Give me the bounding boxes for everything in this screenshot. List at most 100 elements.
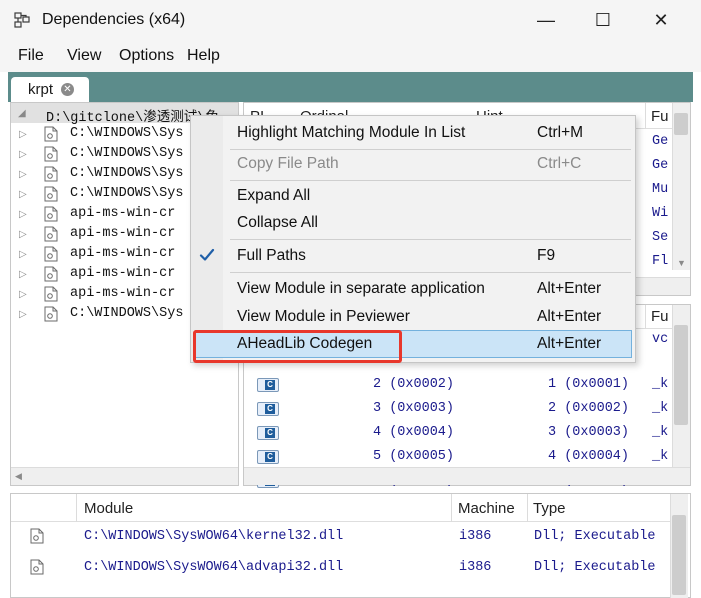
tree-node-label[interactable]: api-ms-win-cr — [70, 226, 175, 241]
module-type-cell: Dll; Executable — [534, 529, 656, 544]
shortcut-label: F9 — [537, 247, 556, 264]
checkmark-icon — [199, 248, 215, 261]
export-function-icon: C — [257, 426, 279, 440]
menu-separator — [230, 180, 631, 181]
export-hint-cell: 4 (0x0004) — [548, 449, 630, 464]
menu-help[interactable]: Help — [187, 47, 220, 65]
tree-node-label[interactable]: C:\WINDOWS\Sys — [70, 306, 183, 321]
shortcut-label: Alt+Enter — [537, 308, 602, 325]
module-file-icon — [44, 286, 58, 302]
module-machine-cell: i386 — [459, 529, 492, 544]
col-separator[interactable] — [451, 494, 452, 522]
module-file-icon — [44, 266, 58, 282]
export-function-icon: C — [257, 450, 279, 464]
export-fu-cell: vc — [652, 332, 669, 347]
module-file-icon — [30, 528, 44, 544]
export-fu-cell: _k — [652, 401, 669, 416]
exports-hscrollbar[interactable] — [244, 467, 690, 485]
export-ordinal-cell: 2 (0x0002) — [373, 377, 455, 392]
tree-node-label[interactable]: C:\WINDOWS\Sys — [70, 126, 183, 141]
menu-separator — [230, 272, 631, 273]
import-fu-cell: Mu — [652, 182, 669, 197]
tree-expand-icon[interactable]: ▷ — [19, 269, 27, 280]
tree-expand-icon[interactable]: ▷ — [19, 149, 27, 160]
col-separator[interactable] — [527, 494, 528, 522]
tree-node-label[interactable]: api-ms-win-cr — [70, 286, 175, 301]
menu-item-copy-file-path[interactable]: Copy File Path — [237, 155, 339, 173]
export-ordinal-cell: 3 (0x0003) — [373, 401, 455, 416]
export-fu-cell: _k — [652, 425, 669, 440]
menu-item-collapse-all[interactable]: Collapse All — [237, 214, 318, 232]
maximize-button[interactable]: ☐ — [580, 0, 626, 40]
scroll-left-icon[interactable]: ◀ — [15, 471, 22, 482]
menu-item-view-separate-app[interactable]: View Module in separate application — [237, 280, 485, 298]
tree-node-label[interactable]: api-ms-win-cr — [70, 206, 175, 221]
menu-item-highlight-matching[interactable]: Highlight Matching Module In List — [237, 124, 465, 142]
menu-separator — [230, 149, 631, 150]
export-fu-cell: _k — [652, 377, 669, 392]
import-fu-cell: Ge — [652, 134, 669, 149]
scroll-down-icon[interactable]: ▼ — [677, 258, 686, 268]
col-separator[interactable] — [645, 103, 646, 129]
module-type-cell: Dll; Executable — [534, 560, 656, 575]
module-file-icon — [44, 186, 58, 202]
col-separator[interactable] — [645, 305, 646, 329]
tree-expand-icon[interactable]: ▷ — [19, 129, 27, 140]
tree-node-label[interactable]: C:\WINDOWS\Sys — [70, 146, 183, 161]
module-machine-cell: i386 — [459, 560, 492, 575]
context-menu-icon-gutter — [191, 116, 223, 362]
tree-expand-icon[interactable]: ▷ — [19, 189, 27, 200]
export-ordinal-cell: 4 (0x0004) — [373, 425, 455, 440]
module-file-icon — [44, 226, 58, 242]
tree-node-label[interactable]: api-ms-win-cr — [70, 266, 175, 281]
menu-file[interactable]: File — [18, 47, 44, 65]
import-fu-cell: Se — [652, 230, 669, 245]
tree-expand-icon[interactable]: ▷ — [19, 229, 27, 240]
menu-view[interactable]: View — [67, 47, 101, 65]
document-tab-strip — [8, 72, 693, 102]
menu-item-view-in-peviewer[interactable]: View Module in Peviewer — [237, 308, 410, 326]
modules-scroll-thumb[interactable] — [672, 515, 686, 595]
tree-expand-icon[interactable]: ▷ — [19, 309, 27, 320]
menu-bar — [0, 40, 701, 72]
menu-separator — [230, 239, 631, 240]
module-path-cell[interactable]: C:\WINDOWS\SysWOW64\kernel32.dll — [84, 529, 343, 544]
exports-scroll-thumb[interactable] — [674, 325, 688, 425]
tree-expand-icon[interactable]: ▷ — [19, 169, 27, 180]
export-function-icon: C — [257, 378, 279, 392]
menu-options[interactable]: Options — [119, 47, 174, 65]
app-icon — [14, 12, 30, 28]
import-fu-cell: Ge — [652, 158, 669, 173]
tree-expand-icon[interactable]: ▷ — [19, 209, 27, 220]
tree-expand-icon[interactable]: ▷ — [19, 249, 27, 260]
imports-col-function[interactable]: Fu — [651, 108, 669, 125]
export-fu-cell: _k — [652, 449, 669, 464]
window-title: Dependencies (x64) — [42, 11, 186, 28]
tree-node-label[interactable]: C:\WINDOWS\Sys — [70, 186, 183, 201]
module-file-icon — [44, 306, 58, 322]
tree-hscrollbar[interactable] — [11, 467, 238, 485]
exports-col-function[interactable]: Fu — [651, 308, 669, 325]
tree-collapse-icon[interactable]: ◢ — [18, 108, 26, 119]
shortcut-label: Alt+Enter — [537, 335, 602, 352]
shortcut-label: Alt+Enter — [537, 280, 602, 297]
close-button[interactable]: ✕ — [638, 0, 684, 40]
menu-item-full-paths[interactable]: Full Paths — [237, 247, 306, 265]
col-separator[interactable] — [76, 494, 77, 522]
module-path-cell[interactable]: C:\WINDOWS\SysWOW64\advapi32.dll — [84, 560, 343, 575]
modules-col-module[interactable]: Module — [84, 500, 133, 517]
imports-scroll-thumb[interactable] — [674, 113, 688, 135]
tree-expand-icon[interactable]: ▷ — [19, 289, 27, 300]
export-hint-cell: 2 (0x0002) — [548, 401, 630, 416]
menu-item-expand-all[interactable]: Expand All — [237, 187, 310, 205]
tree-node-label[interactable]: C:\WINDOWS\Sys — [70, 166, 183, 181]
modules-col-machine[interactable]: Machine — [458, 500, 515, 517]
shortcut-label: Ctrl+C — [537, 155, 582, 172]
tab-close-icon[interactable]: ✕ — [61, 83, 74, 96]
modules-col-type[interactable]: Type — [533, 500, 566, 517]
annotation-red-box — [193, 330, 402, 363]
export-function-icon: C — [257, 402, 279, 416]
tree-node-label[interactable]: api-ms-win-cr — [70, 246, 175, 261]
minimize-button[interactable]: — — [523, 0, 569, 40]
export-hint-cell: 1 (0x0001) — [548, 377, 630, 392]
